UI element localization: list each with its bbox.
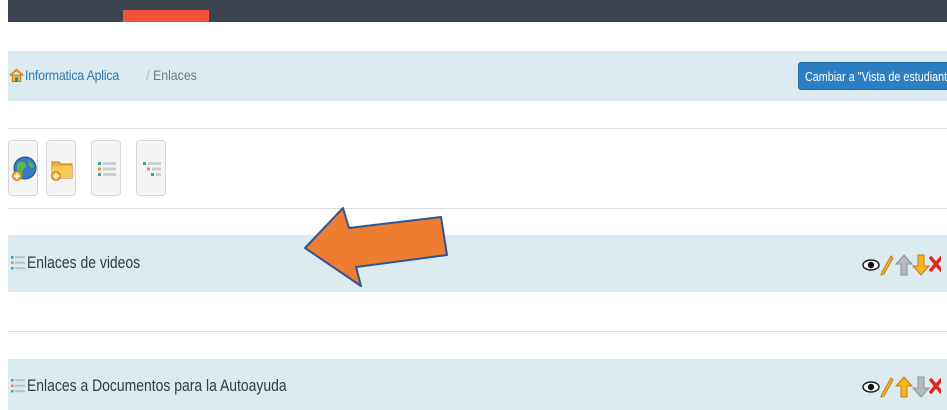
- delete-icon[interactable]: [929, 375, 941, 399]
- breadcrumb-separator: /: [146, 67, 150, 83]
- collapsed-list-icon: [143, 162, 161, 176]
- list-view-button[interactable]: [91, 140, 121, 196]
- edit-icon[interactable]: [880, 375, 894, 399]
- category-list-icon: [11, 379, 25, 393]
- active-nav-indicator: [123, 10, 209, 22]
- add-link-button[interactable]: [8, 140, 38, 196]
- move-up-icon[interactable]: [895, 253, 913, 277]
- link-category-row: Enlaces de videos: [8, 235, 947, 292]
- delete-icon[interactable]: [929, 253, 941, 277]
- breadcrumb-current: Enlaces: [153, 67, 197, 83]
- category-title[interactable]: Enlaces de videos: [27, 253, 140, 273]
- move-up-icon[interactable]: [895, 375, 913, 399]
- divider: [8, 128, 947, 129]
- divider: [8, 208, 947, 209]
- add-category-button[interactable]: [46, 140, 76, 196]
- visibility-icon[interactable]: [862, 375, 880, 399]
- category-actions: [862, 375, 947, 399]
- category-list-icon: [11, 256, 25, 270]
- add-category-icon: [51, 161, 73, 181]
- home-icon[interactable]: [9, 68, 24, 83]
- student-view-button[interactable]: Cambiar a "Vista de estudiante": [798, 62, 947, 90]
- breadcrumb-course-link[interactable]: Informatica Aplica: [25, 67, 119, 83]
- edit-icon[interactable]: [880, 253, 894, 277]
- visibility-icon[interactable]: [862, 253, 880, 277]
- list-view-icon: [98, 162, 116, 176]
- move-down-icon[interactable]: [912, 375, 930, 399]
- link-category-row: Enlaces a Documentos para la Autoayuda: [8, 359, 947, 410]
- collapsed-list-button[interactable]: [136, 140, 166, 196]
- move-down-icon[interactable]: [912, 253, 930, 277]
- student-view-button-label: Cambiar a "Vista de estudiante": [805, 69, 947, 84]
- annotation-arrow: [304, 207, 448, 287]
- category-actions: [862, 253, 947, 277]
- category-title[interactable]: Enlaces a Documentos para la Autoayuda: [27, 376, 287, 396]
- add-link-icon: [12, 156, 37, 181]
- divider: [8, 331, 947, 332]
